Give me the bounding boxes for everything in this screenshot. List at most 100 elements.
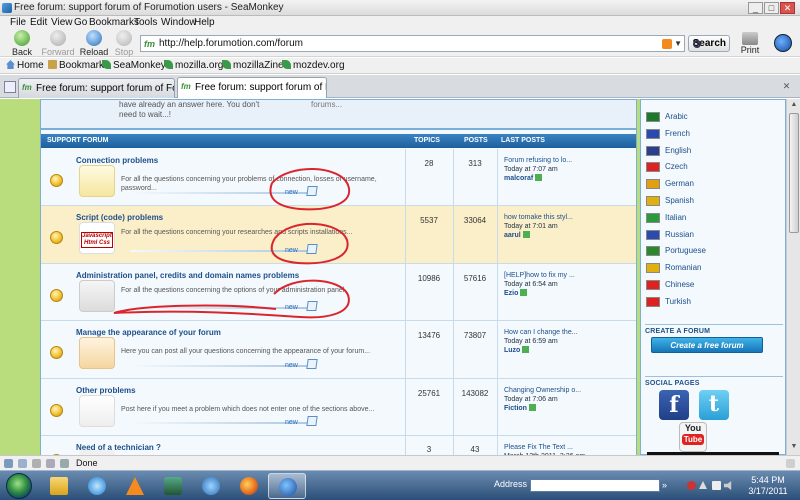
- bookmark-bookmarks[interactable]: Bookmarks: [48, 60, 109, 71]
- taskbar-explorer[interactable]: [40, 473, 78, 499]
- last-post-user-link[interactable]: Fiction: [504, 405, 527, 412]
- goto-post-icon[interactable]: [520, 289, 528, 296]
- scroll-down-icon[interactable]: ▼: [789, 443, 799, 453]
- last-post-user-link[interactable]: Ezio: [504, 290, 518, 297]
- twitter-icon[interactable]: t: [699, 390, 729, 420]
- forum-row[interactable]: Administration panel, credits and domain…: [41, 264, 636, 321]
- language-link[interactable]: French: [645, 128, 785, 142]
- language-link[interactable]: Russian: [645, 229, 785, 243]
- rss-feed-icon[interactable]: [662, 39, 672, 49]
- menu-edit[interactable]: Edit: [30, 17, 47, 28]
- last-post-user-link[interactable]: aarul: [504, 232, 521, 239]
- facebook-icon[interactable]: f: [659, 390, 689, 420]
- start-button[interactable]: [6, 473, 32, 499]
- menu-window[interactable]: Window: [161, 17, 197, 28]
- scroll-up-icon[interactable]: ▲: [789, 101, 799, 111]
- taskbar-media[interactable]: [154, 473, 192, 499]
- goto-post-icon[interactable]: [528, 404, 536, 411]
- url-text[interactable]: http://help.forumotion.com/forum: [159, 38, 303, 49]
- taskbar-ie[interactable]: [78, 473, 116, 499]
- taskbar-address-go-icon[interactable]: »: [662, 480, 667, 490]
- bookmark-seamonkey[interactable]: SeaMonkey: [102, 60, 166, 71]
- section-title[interactable]: SUPPORT FORUM: [47, 137, 108, 144]
- tray-network-icon[interactable]: [712, 481, 721, 490]
- language-link[interactable]: Spanish: [645, 195, 785, 209]
- taskbar-seamonkey[interactable]: [268, 473, 306, 499]
- minimize-button[interactable]: _: [748, 2, 763, 14]
- create-forum-button[interactable]: Create a free forum: [651, 337, 763, 353]
- language-link[interactable]: Czech: [645, 161, 785, 175]
- last-post-user-link[interactable]: Luzo: [504, 347, 520, 354]
- menu-bookmarks[interactable]: Bookmarks: [89, 17, 139, 28]
- new-posts-icon[interactable]: [306, 301, 318, 311]
- vertical-scrollbar[interactable]: ▲ ▼: [786, 99, 800, 455]
- search-button[interactable]: Search: [688, 35, 730, 52]
- menu-help[interactable]: Help: [194, 17, 215, 28]
- scrollbar-thumb[interactable]: [789, 113, 799, 233]
- new-tab-icon[interactable]: [4, 81, 16, 93]
- new-posts-link[interactable]: new: [285, 362, 298, 369]
- taskbar-address-input[interactable]: [530, 479, 660, 492]
- taskbar-firefox[interactable]: [230, 473, 268, 499]
- window-titlebar[interactable]: Free forum: support forum of Forumotion …: [0, 0, 800, 16]
- bookmark-mozilla-org[interactable]: mozilla.org: [164, 60, 223, 71]
- menu-view[interactable]: View: [51, 17, 73, 28]
- language-link[interactable]: Arabic: [645, 111, 785, 125]
- taskbar-maxthon[interactable]: [192, 473, 230, 499]
- language-link[interactable]: Italian: [645, 212, 785, 226]
- status-chat-icon[interactable]: [60, 459, 69, 468]
- new-posts-icon[interactable]: [306, 186, 318, 196]
- menu-file[interactable]: File: [10, 17, 26, 28]
- status-composer-icon[interactable]: [32, 459, 41, 468]
- last-post-user-link[interactable]: malcoraf: [504, 175, 533, 182]
- last-post-title-link[interactable]: Please Fix The Text ...: [504, 444, 573, 451]
- forum-row[interactable]: Other problems Post here if you meet a pr…: [41, 379, 636, 436]
- taskbar-vlc[interactable]: [116, 473, 154, 499]
- new-posts-icon[interactable]: [306, 244, 318, 254]
- tray-antivirus-icon[interactable]: [687, 481, 696, 490]
- forward-button[interactable]: Forward: [38, 30, 78, 57]
- forum-row[interactable]: Javascript Html Css Script (code) problem…: [41, 206, 636, 264]
- forum-row[interactable]: Need of a technician ? 3 43 Please Fix The …: [41, 436, 636, 455]
- language-link[interactable]: Turkish: [645, 296, 785, 310]
- last-post-title-link[interactable]: how tomake this styl...: [504, 214, 573, 221]
- language-link[interactable]: Portuguese: [645, 245, 785, 259]
- new-posts-icon[interactable]: [306, 416, 318, 426]
- language-link[interactable]: German: [645, 178, 785, 192]
- close-window-button[interactable]: ✕: [780, 2, 795, 14]
- youtube-icon[interactable]: You Tube: [679, 422, 707, 452]
- menu-go[interactable]: Go: [74, 17, 87, 28]
- print-button[interactable]: Print: [737, 30, 763, 57]
- goto-post-icon[interactable]: [535, 174, 543, 181]
- new-posts-link[interactable]: new: [285, 304, 298, 311]
- status-mail-icon[interactable]: [18, 459, 27, 468]
- forum-title-link[interactable]: Other problems: [76, 386, 136, 395]
- new-posts-link[interactable]: new: [285, 189, 298, 196]
- forum-title-link[interactable]: Script (code) problems: [76, 213, 163, 222]
- language-link[interactable]: Chinese: [645, 279, 785, 293]
- new-posts-link[interactable]: new: [285, 419, 298, 426]
- url-dropdown-icon[interactable]: ▼: [674, 39, 682, 48]
- status-component-icon[interactable]: [4, 459, 13, 468]
- last-post-title-link[interactable]: Forum refusing to lo...: [504, 157, 572, 164]
- seamonkey-throbber-icon[interactable]: [774, 34, 792, 52]
- taskbar-clock[interactable]: 5:44 PM 3/17/2011: [744, 475, 792, 497]
- goto-post-icon[interactable]: [522, 231, 530, 238]
- goto-post-icon[interactable]: [522, 346, 530, 353]
- language-link[interactable]: Romanian: [645, 262, 785, 276]
- url-bar[interactable]: fm http://help.forumotion.com/forum ▼: [140, 35, 685, 52]
- maximize-button[interactable]: □: [764, 2, 779, 14]
- tray-volume-icon[interactable]: [724, 481, 732, 490]
- last-post-title-link[interactable]: Changing Ownership o...: [504, 387, 581, 394]
- status-address-icon[interactable]: [46, 459, 55, 468]
- tray-action-center-icon[interactable]: [699, 481, 707, 489]
- forum-title-link[interactable]: Connection problems: [76, 156, 158, 165]
- new-posts-icon[interactable]: [306, 359, 318, 369]
- tab-forumotion-1[interactable]: fm Free forum: support forum of Forumoti…: [18, 78, 175, 98]
- last-post-title-link[interactable]: [HELP]how to fix my ...: [504, 272, 575, 279]
- forum-title-link[interactable]: Administration panel, credits and domain…: [76, 271, 299, 280]
- back-button[interactable]: Back: [2, 30, 42, 57]
- stop-button[interactable]: Stop: [104, 30, 144, 57]
- last-post-title-link[interactable]: How can I change the...: [504, 329, 578, 336]
- forum-title-link[interactable]: Need of a technician ?: [76, 443, 161, 452]
